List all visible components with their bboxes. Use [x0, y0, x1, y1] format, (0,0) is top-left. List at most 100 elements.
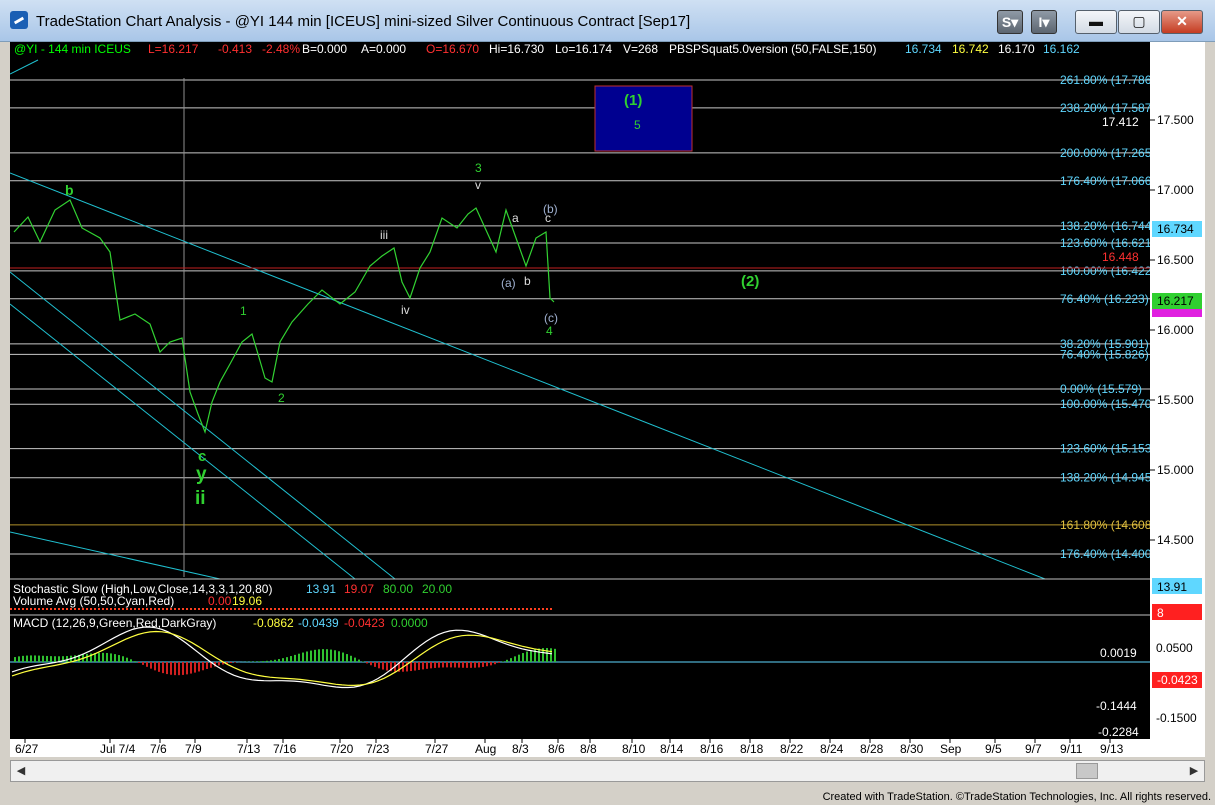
macd-histogram-bar [34, 655, 36, 662]
scroll-left-icon[interactable]: ◀ [13, 763, 29, 779]
red-level-label: 16.448 [1102, 250, 1139, 264]
change-pct-label: -2.48% [262, 42, 300, 56]
macd-histogram-bar [306, 651, 308, 662]
macd-histogram-bar [182, 662, 184, 675]
wave-label-a: a [512, 211, 519, 225]
wave-label-y: y [196, 464, 207, 485]
open-label: O=16.670 [426, 42, 479, 56]
macd-histogram-bar [494, 662, 496, 665]
minimize-button[interactable]: ▬ [1075, 10, 1117, 34]
date-tick-label: Jul 7/4 [100, 742, 136, 756]
macd-histogram-bar [418, 662, 420, 670]
macd-histogram-bar [298, 653, 300, 662]
wave-label-2: 2 [278, 391, 285, 405]
horizontal-scrollbar[interactable]: ◀ ▶ [10, 760, 1205, 782]
macd-histogram-bar [118, 655, 120, 662]
macd-histogram-bar [370, 662, 372, 666]
macd-histogram-bar [454, 662, 456, 668]
date-tick-label: 8/28 [860, 742, 884, 756]
macd-histogram-bar [466, 662, 468, 668]
macd-histogram-bar [290, 656, 292, 662]
macd-histogram-bar [218, 662, 220, 666]
macd-histogram-bar [170, 662, 172, 675]
wave-label-paren-c: (c) [544, 311, 558, 325]
macd-histogram-bar [278, 659, 280, 662]
fib-level-label: 161.80% (14.608) [1060, 518, 1155, 532]
macd-histogram-bar [546, 648, 548, 662]
chart-svg[interactable]: @YI - 144 min ICEUS L=16.217 -0.413 -2.4… [9, 42, 1205, 757]
box-value-label: 17.412 [1102, 115, 1139, 129]
macd-value-1: -0.0862 [253, 616, 294, 630]
date-tick-label: 8/18 [740, 742, 764, 756]
macd-histogram-bar [150, 662, 152, 669]
price-tick-label: 17.500 [1157, 113, 1194, 127]
macd-histogram-bar [42, 655, 44, 662]
price-plot[interactable]: 261.80% (17.786) 238.20% (17.587) 200.00% … [9, 59, 1155, 580]
date-tick-label: 8/24 [820, 742, 844, 756]
macd-histogram-bar [194, 662, 196, 673]
macd-histogram-bar [450, 662, 452, 668]
i-menu-button[interactable]: I▾ [1031, 10, 1057, 34]
macd-histogram-bar [334, 650, 336, 662]
stochastic-value-3: 80.00 [383, 582, 413, 596]
macd-histogram-bar [482, 662, 484, 667]
volume-avg-value-1: 0.00 [208, 594, 232, 608]
macd-histogram-bar [114, 654, 116, 662]
fib-level-label: 0.00% (15.579) [1060, 382, 1142, 396]
fib-level-label: 261.80% (17.786) [1060, 73, 1155, 87]
macd-value-2: -0.0439 [298, 616, 339, 630]
macd-histogram-bar [270, 660, 272, 662]
macd-histogram-bar [410, 662, 412, 672]
macd-histogram-bar [366, 662, 368, 664]
macd-histogram-bar [510, 658, 512, 662]
macd-histogram-bar [186, 662, 188, 675]
macd-histogram-bar [550, 648, 552, 662]
macd-histogram-bar [30, 655, 32, 662]
macd-low-label: -0.1444 [1096, 699, 1137, 713]
indicator-value-4: 16.162 [1043, 42, 1080, 56]
macd-histogram-bar [110, 653, 112, 662]
date-tick-label: Sep [940, 742, 962, 756]
macd-histogram-bar [350, 655, 352, 662]
low-label: Lo=16.174 [555, 42, 612, 56]
last-price-marker-text: 16.734 [1157, 222, 1194, 236]
macd-histogram-bar [190, 662, 192, 674]
date-tick-label: 9/11 [1060, 742, 1083, 756]
fib-level-label: 76.40% (16.223) [1060, 292, 1149, 306]
date-tick-label: Aug [475, 742, 496, 756]
wave-label-ii: ii [195, 488, 206, 509]
fib-level-label: 123.60% (16.621) [1060, 236, 1155, 250]
chart-area[interactable]: @YI - 144 min ICEUS L=16.217 -0.413 -2.4… [9, 42, 1205, 757]
macd-histogram-bar [330, 649, 332, 662]
wave-label-1: 1 [240, 304, 247, 318]
s-menu-button[interactable]: S▾ [997, 10, 1023, 34]
macd-value-4: 0.0000 [391, 616, 428, 630]
macd-histogram-bar [314, 649, 316, 662]
macd-histogram-bar [254, 661, 256, 662]
stochastic-value-4: 20.00 [422, 582, 452, 596]
date-tick-label: 7/9 [185, 742, 202, 756]
macd-histogram-bar [54, 656, 56, 662]
macd-histogram-bar [274, 659, 276, 662]
macd-histogram-bar [134, 661, 136, 662]
macd-histogram-bar [458, 662, 460, 668]
maximize-button[interactable]: ▢ [1118, 10, 1160, 34]
macd-histogram-bar [430, 662, 432, 669]
indicator-value-2: 16.742 [952, 42, 989, 56]
macd-histogram-bar [422, 662, 424, 670]
macd-histogram-bar [102, 652, 104, 662]
fib-level-label: 76.40% (15.826) [1060, 347, 1149, 361]
date-tick-label: 9/7 [1025, 742, 1042, 756]
scroll-right-icon[interactable]: ▶ [1186, 763, 1202, 779]
macd-histogram-bar [230, 662, 232, 664]
fib-level-label: 238.20% (17.587) [1060, 101, 1155, 115]
scroll-thumb[interactable] [1076, 763, 1098, 779]
macd-histogram-bar [502, 661, 504, 662]
macd-histogram-bar [514, 656, 516, 662]
wave-label-paren-a: (a) [501, 276, 516, 290]
macd-histogram-bar [234, 662, 236, 663]
macd-histogram-bar [442, 662, 444, 668]
close-button[interactable]: ✕ [1161, 10, 1203, 34]
macd-histogram-bar [414, 662, 416, 671]
tradestation-app-icon [10, 11, 28, 29]
